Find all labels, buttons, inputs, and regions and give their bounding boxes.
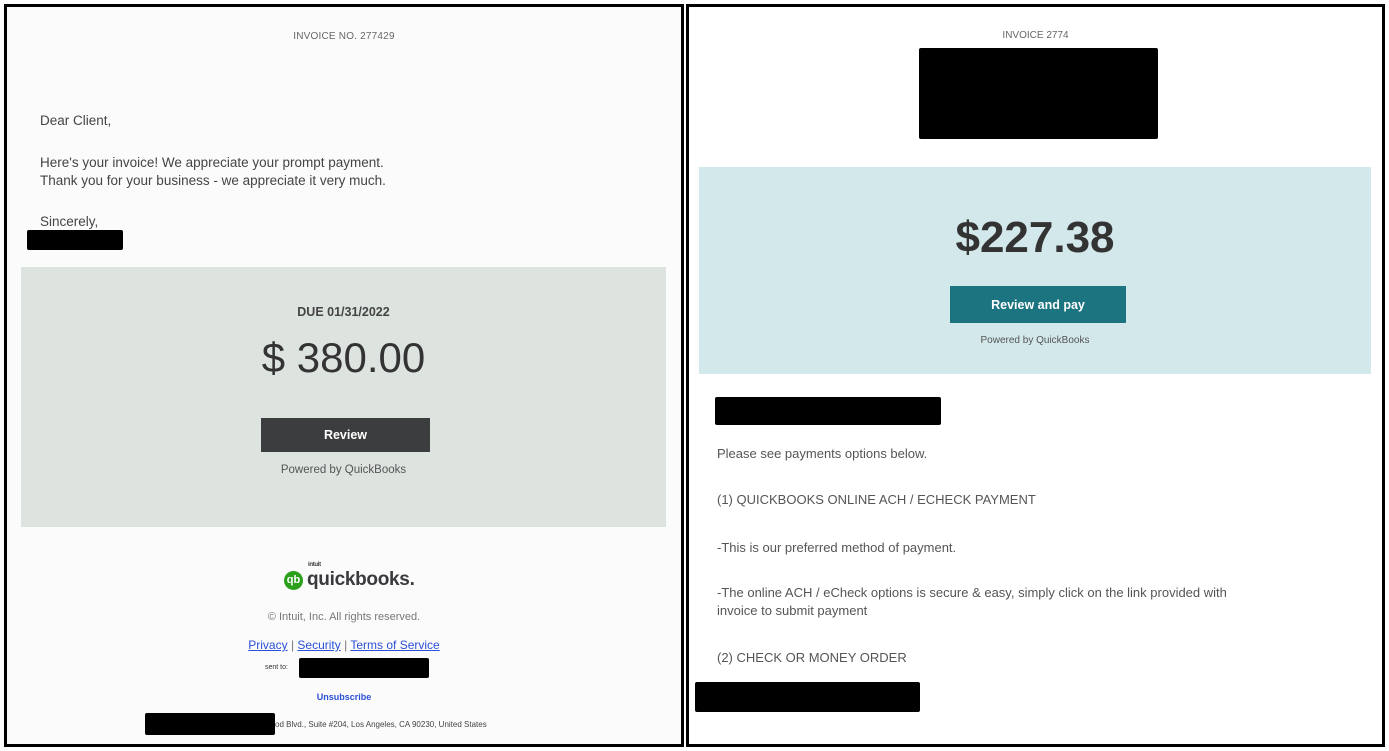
invoice-number: INVOICE NO. 277429 [293,31,395,42]
redacted-sender-name [27,230,123,250]
payment-options-intro: Please see payments options below. [717,446,928,461]
message-line-2: Thank you for your business - we appreci… [40,173,386,188]
redacted-address-start [145,713,275,735]
redacted-heading [715,397,941,425]
invoice-number: INVOICE 2774 [1002,30,1069,41]
unsubscribe-link[interactable]: Unsubscribe [317,692,372,702]
greeting: Dear Client, [40,113,112,128]
payment-summary-box: $227.38 Review and pay Powered by QuickB… [699,167,1371,374]
footer-links: Privacy | Security | Terms of Service [7,638,681,652]
privacy-link[interactable]: Privacy [248,638,287,652]
payment-summary-box: DUE 01/31/2022 $ 380.00 Review Powered b… [21,267,666,527]
quickbooks-word: quickbooks. [307,569,415,590]
option-1-heading: (1) QUICKBOOKS ONLINE ACH / ECHECK PAYME… [717,492,1036,507]
powered-by: Powered by QuickBooks [280,464,407,476]
message-line-1: Here's your invoice! We appreciate your … [40,155,384,170]
terms-link[interactable]: Terms of Service [350,638,439,652]
option-1-description-line-2: invoice to submit payment [717,603,868,618]
option-1-description-line-1: -The online ACH / eCheck options is secu… [717,585,1227,600]
powered-by: Powered by QuickBooks [980,335,1090,346]
copyright: © Intuit, Inc. All rights reserved. [267,611,421,623]
redacted-recipient-email [299,658,429,678]
company-address: od Blvd., Suite #204, Los Angeles, CA 90… [275,720,487,729]
sent-to-label: sent to: [265,664,288,671]
left-invoice-email: INVOICE NO. 277429 Dear Client, Here's y… [4,4,684,747]
quickbooks-icon: qb [284,570,303,590]
link-separator: | [344,638,348,652]
amount-due: $ 380.00 [261,334,426,381]
due-date: DUE 01/31/2022 [297,305,390,319]
right-invoice-email: INVOICE 2774 $227.38 Review and pay Powe… [686,4,1385,747]
review-button[interactable]: Review [261,418,430,452]
link-separator: | [290,638,295,652]
unsubscribe: Unsubscribe [7,692,681,702]
option-1-note: -This is our preferred method of payment… [717,540,957,555]
intuit-label: intuit [308,562,321,568]
amount-due: $227.38 [955,213,1115,262]
signoff: Sincerely, [40,214,99,229]
option-2-heading: (2) CHECK OR MONEY ORDER [717,650,907,665]
quickbooks-wordmark: intuit quickbooks. [307,562,415,591]
redacted-logo [919,48,1158,139]
review-and-pay-button[interactable]: Review and pay [950,286,1126,323]
redacted-footer [695,682,920,712]
security-link[interactable]: Security [297,638,340,652]
quickbooks-logo: qb intuit quickbooks. [284,562,415,591]
